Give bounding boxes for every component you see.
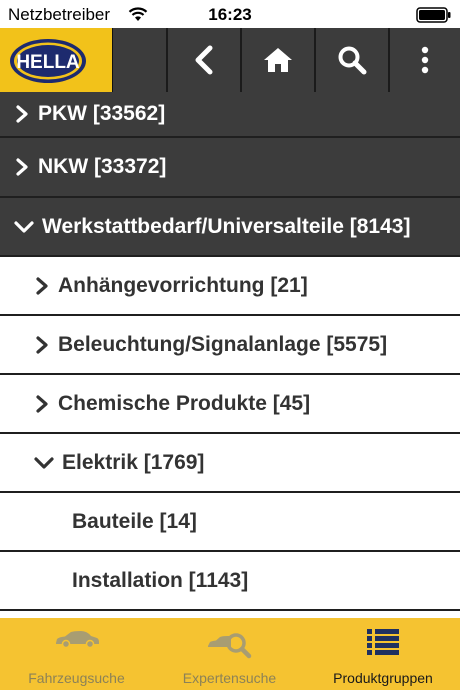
category-row-installation[interactable]: Installation [1143] [0,552,460,611]
tab-label: Fahrzeugsuche [28,670,125,686]
chevron-right-icon [16,158,28,176]
clock: 16:23 [208,5,252,24]
status-bar: Netzbetreiber 16:23 [0,0,460,28]
chevron-right-icon [16,105,28,123]
category-list: PKW [33562] NKW [33372] Werkstattbedarf/… [0,92,460,616]
battery-icon [416,7,451,23]
category-label: Bauteile [14] [72,509,197,533]
more-vertical-icon [421,46,429,74]
tab-produktgruppen[interactable]: Produktgruppen [306,618,460,690]
header-spacer [113,28,166,92]
category-label: Installation [1143] [72,568,249,592]
category-label: Elektrik [1769] [62,450,205,474]
home-button[interactable] [240,28,313,92]
category-row-chemische-produkte[interactable]: Chemische Produkte [45] [0,375,460,434]
app-header: HELLA [0,28,460,92]
expert-search-icon [207,633,251,659]
chevron-down-icon [34,456,54,469]
list-icon [367,629,399,655]
back-button[interactable] [166,28,239,92]
category-row-nkw[interactable]: NKW [33372] [0,138,460,198]
home-icon [263,48,292,72]
chevron-down-icon [14,220,34,233]
chevron-left-icon [195,45,212,75]
car-icon [55,631,99,649]
logo-graphic: HELLA [10,39,86,83]
category-label: PKW [33562] [38,102,166,125]
category-row-bauteile[interactable]: Bauteile [14] [0,493,460,552]
category-label: Beleuchtung/Signalanlage [5575] [58,332,388,356]
chevron-right-icon [36,394,48,413]
chevron-right-icon [36,335,48,354]
hella-logo: HELLA [0,28,113,92]
category-label: NKW [33372] [38,155,167,178]
category-label: Werkstattbedarf/Universalteile [8143] [42,214,411,238]
more-button[interactable] [388,28,460,92]
logo-text: HELLA [16,52,80,73]
category-row-elektrik[interactable]: Elektrik [1769] [0,434,460,493]
tab-expertensuche[interactable]: Expertensuche [153,618,306,690]
category-row-werkstattbedarf[interactable]: Werkstattbedarf/Universalteile [8143] [0,198,460,257]
category-row-pkw[interactable]: PKW [33562] [0,92,460,138]
tab-fahrzeugsuche[interactable]: Fahrzeugsuche [0,618,153,690]
search-icon [338,46,366,75]
category-row-beleuchtung[interactable]: Beleuchtung/Signalanlage [5575] [0,316,460,375]
search-button[interactable] [314,28,387,92]
category-label: Chemische Produkte [45] [58,391,311,415]
tab-label: Produktgruppen [333,670,433,686]
category-label: Anhängevorrichtung [21] [58,273,308,297]
tab-label: Expertensuche [182,670,277,686]
chevron-right-icon [36,276,48,295]
tab-bar: Fahrzeugsuche Expertensuche Produktgrupp… [0,618,460,690]
category-row-anhaengevorrichtung[interactable]: Anhängevorrichtung [21] [0,257,460,316]
